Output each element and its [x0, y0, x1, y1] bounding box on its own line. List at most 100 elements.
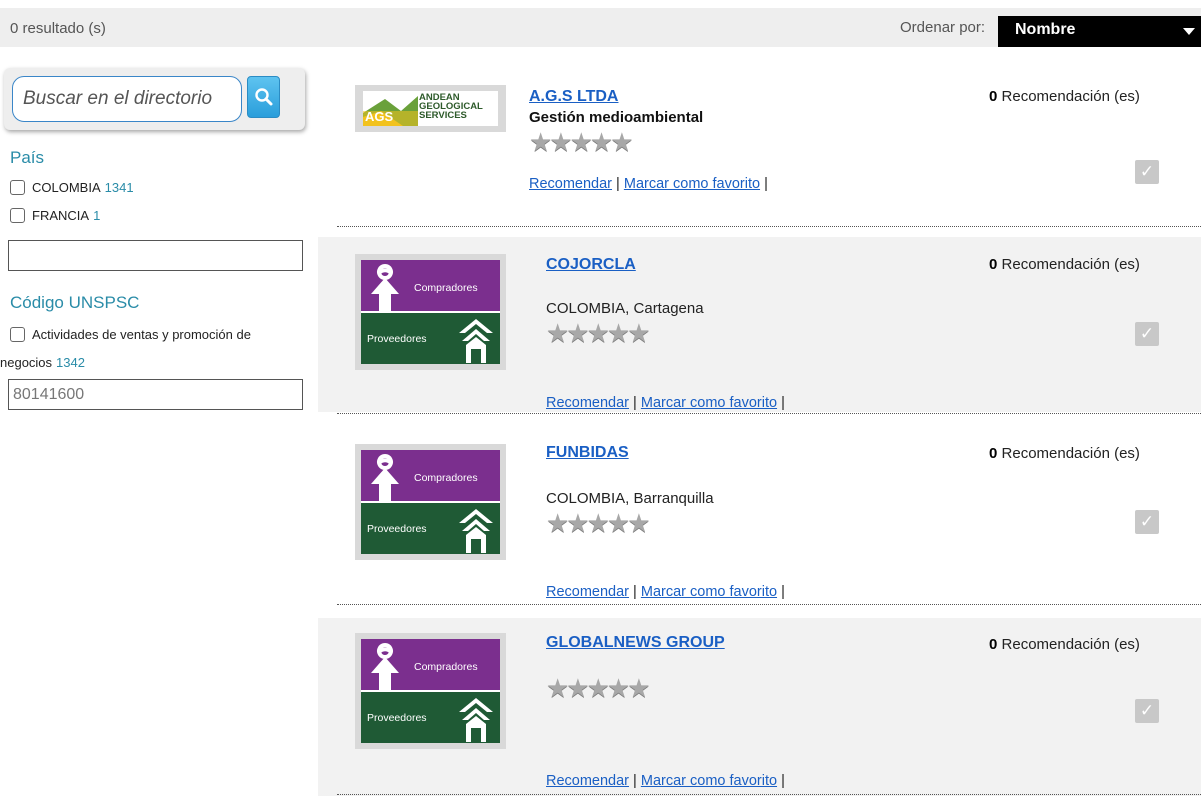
recommend-link[interactable]: Recomendar: [546, 773, 629, 789]
country-option-colombia[interactable]: COLOMBIA 1341: [10, 180, 134, 195]
unspsc-facet-title: Código UNSPSC: [10, 293, 140, 312]
separator: |: [633, 584, 637, 600]
rating-stars[interactable]: ★★★★★: [546, 510, 651, 536]
logo-text-proveedores: Proveedores: [367, 333, 427, 345]
logo-text-compradores: Compradores: [414, 661, 478, 673]
buyer-arrow-icon: [371, 264, 399, 312]
country-option-label: FRANCIA: [32, 208, 90, 223]
company-logo: Compradores Proveedores: [355, 444, 506, 560]
company-name-link[interactable]: FUNBIDAS: [546, 444, 629, 462]
unspsc-option-cont: negocios 1342: [0, 355, 85, 370]
unspsc-filter-input[interactable]: [8, 379, 303, 410]
compradores-proveedores-logo: Compradores Proveedores: [361, 450, 500, 554]
results-count: 0 resultado (s): [10, 20, 106, 37]
recommendation-label: Recomendación (es): [1001, 88, 1140, 105]
company-location: COLOMBIA, Cartagena: [546, 300, 704, 317]
recommendation-number: 0: [989, 636, 998, 653]
separator: |: [633, 773, 637, 789]
directory-search-panel: [4, 68, 305, 130]
ags-logo-line3: SERVICES: [419, 110, 467, 121]
checkbox[interactable]: [10, 208, 25, 223]
separator: |: [781, 773, 785, 789]
rating-stars[interactable]: ★★★★★: [546, 320, 651, 346]
search-button[interactable]: [247, 76, 280, 118]
order-by-value: Nombre: [1015, 21, 1076, 38]
check-icon[interactable]: ✓: [1135, 510, 1159, 534]
check-icon[interactable]: ✓: [1135, 699, 1159, 723]
favorite-link[interactable]: Marcar como favorito: [641, 584, 777, 600]
caret-down-icon: [1183, 28, 1195, 35]
result-separator: [337, 604, 1201, 605]
separator: |: [781, 584, 785, 600]
check-icon[interactable]: ✓: [1135, 160, 1159, 184]
recommend-link[interactable]: Recomendar: [546, 395, 629, 411]
ags-logo-mark: AGS: [365, 109, 394, 124]
country-filter-input[interactable]: [8, 240, 303, 271]
separator: |: [764, 176, 768, 192]
compradores-proveedores-logo: Compradores Proveedores: [361, 639, 500, 743]
ags-logo-image: AGS ANDEAN GEOLOGICAL SERVICES: [363, 91, 498, 126]
result-separator: [337, 794, 1201, 795]
recommendation-count: 0 Recomendación (es): [989, 256, 1140, 273]
unspsc-option-label-cont: negocios: [0, 355, 53, 370]
recommendation-number: 0: [989, 256, 998, 273]
country-option-label: COLOMBIA: [32, 180, 101, 195]
company-name-link[interactable]: COJORCLA: [546, 256, 636, 274]
order-by-select[interactable]: Nombre: [998, 16, 1201, 47]
logo-text-proveedores: Proveedores: [367, 523, 427, 535]
country-option-count: 1341: [104, 180, 134, 195]
unspsc-option-count: 1342: [56, 355, 85, 370]
result-separator: [337, 413, 1201, 414]
order-by-label: Ordenar por:: [900, 19, 986, 36]
separator: |: [616, 176, 620, 192]
favorite-link[interactable]: Marcar como favorito: [641, 395, 777, 411]
favorite-link[interactable]: Marcar como favorito: [624, 176, 760, 192]
buyer-arrow-icon: [371, 454, 399, 502]
recommend-link[interactable]: Recomendar: [529, 176, 612, 192]
check-icon[interactable]: ✓: [1135, 322, 1159, 346]
unspsc-option[interactable]: Actividades de ventas y promoción de: [10, 327, 251, 342]
country-option-count: 1: [93, 208, 101, 223]
separator: |: [633, 395, 637, 411]
logo-text-compradores: Compradores: [414, 472, 478, 484]
company-subtitle: Gestión medioambiental: [529, 109, 704, 126]
company-location: COLOMBIA, Barranquilla: [546, 490, 714, 507]
directory-search-input[interactable]: [12, 76, 242, 122]
result-actions: Recomendar | Marcar como favorito |: [546, 584, 785, 600]
recommendation-label: Recomendación (es): [1001, 636, 1140, 653]
checkbox[interactable]: [10, 180, 25, 195]
supplier-house-icon: [459, 509, 493, 553]
unspsc-option-label: Actividades de ventas y promoción de: [32, 327, 251, 342]
logo-text-compradores: Compradores: [414, 282, 478, 294]
company-logo: AGS ANDEAN GEOLOGICAL SERVICES: [355, 85, 506, 132]
company-name-link[interactable]: GLOBALNEWS GROUP: [546, 634, 725, 652]
country-option-francia[interactable]: FRANCIA 1: [10, 208, 100, 223]
buyer-arrow-icon: [371, 643, 399, 691]
result-separator: [337, 226, 1201, 227]
recommendation-count: 0 Recomendación (es): [989, 88, 1140, 105]
supplier-house-icon: [459, 698, 493, 742]
result-actions: Recomendar | Marcar como favorito |: [546, 395, 785, 411]
search-icon: [255, 88, 273, 106]
recommendation-number: 0: [989, 445, 998, 462]
recommendation-number: 0: [989, 88, 998, 105]
supplier-house-icon: [459, 319, 493, 363]
separator: |: [781, 395, 785, 411]
result-actions: Recomendar | Marcar como favorito |: [529, 176, 768, 192]
logo-text-proveedores: Proveedores: [367, 712, 427, 724]
favorite-link[interactable]: Marcar como favorito: [641, 773, 777, 789]
results-toolbar: 0 resultado (s) Ordenar por: Nombre: [0, 8, 1201, 47]
recommendation-label: Recomendación (es): [1001, 445, 1140, 462]
recommend-link[interactable]: Recomendar: [546, 584, 629, 600]
checkbox[interactable]: [10, 327, 25, 342]
rating-stars[interactable]: ★★★★★: [529, 129, 634, 155]
country-facet-title: País: [10, 148, 45, 167]
recommendation-count: 0 Recomendación (es): [989, 445, 1140, 462]
recommendation-count: 0 Recomendación (es): [989, 636, 1140, 653]
rating-stars[interactable]: ★★★★★: [546, 675, 651, 701]
company-logo: Compradores Proveedores: [355, 633, 506, 749]
recommendation-label: Recomendación (es): [1001, 256, 1140, 273]
compradores-proveedores-logo: Compradores Proveedores: [361, 260, 500, 364]
result-actions: Recomendar | Marcar como favorito |: [546, 773, 785, 789]
company-name-link[interactable]: A.G.S LTDA: [529, 88, 618, 106]
